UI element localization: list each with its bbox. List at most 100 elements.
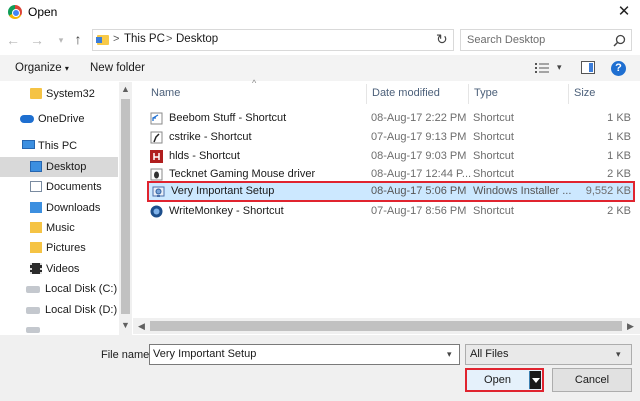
desktop-folder-icon <box>30 161 42 172</box>
sidebar-item-system32[interactable]: System32 <box>0 84 118 104</box>
file-type: Shortcut <box>473 112 514 124</box>
sidebar-item-desktop[interactable]: Desktop <box>0 157 118 177</box>
folder-icon <box>96 35 109 45</box>
file-name-input[interactable]: Very Important Setup ▾ <box>149 344 460 365</box>
search-placeholder: Search Desktop <box>467 34 546 46</box>
breadcrumb-separator: > <box>166 33 173 45</box>
breadcrumb-separator: > <box>113 33 120 45</box>
sidebar-item-music[interactable]: Music <box>0 218 118 238</box>
cstrike-icon <box>150 131 163 144</box>
new-folder-button[interactable]: New folder <box>90 62 145 74</box>
sidebar-item-label: System32 <box>46 88 95 100</box>
file-name: Beebom Stuff - Shortcut <box>169 112 287 124</box>
sidebar-item-label: Music <box>46 222 75 234</box>
file-size: 1 KB <box>607 112 631 124</box>
close-button[interactable]: ✕ <box>612 2 636 22</box>
folder-icon <box>30 88 42 99</box>
breadcrumb-desktop[interactable]: Desktop <box>176 33 218 45</box>
disk-icon <box>26 327 40 333</box>
file-row[interactable]: cstrike - Shortcut 07-Aug-17 9:13 PM Sho… <box>147 128 635 147</box>
scroll-down-arrow-icon[interactable]: ▼ <box>119 320 132 330</box>
file-type: Shortcut <box>473 150 514 162</box>
column-header-date[interactable]: Date modified <box>372 87 440 109</box>
preview-pane-icon[interactable] <box>581 61 595 74</box>
scroll-up-arrow-icon[interactable]: ▲ <box>119 84 132 94</box>
navigation-pane: System32 OneDrive This PC Desktop Docume… <box>0 82 132 335</box>
search-icon[interactable] <box>611 33 627 49</box>
file-row[interactable]: WriteMonkey - Shortcut 07-Aug-17 8:56 PM… <box>147 202 635 221</box>
refresh-icon[interactable]: ↻ <box>436 31 448 48</box>
chevron-down-icon[interactable]: ▾ <box>557 62 562 73</box>
file-date: 07-Aug-17 8:56 PM <box>371 205 467 217</box>
sidebar-item-label: Pictures <box>46 242 86 254</box>
column-header-name[interactable]: Name <box>151 87 180 109</box>
column-divider[interactable] <box>568 84 569 104</box>
sort-ascending-icon: ^ <box>252 78 257 88</box>
forward-arrow-icon[interactable]: → <box>28 31 46 49</box>
scroll-left-arrow-icon[interactable]: ◀ <box>135 321 148 332</box>
file-row-selected[interactable]: Very Important Setup 08-Aug-17 5:06 PM W… <box>147 181 635 202</box>
sidebar-item-downloads[interactable]: Downloads <box>0 198 118 218</box>
view-options-icon[interactable] <box>535 63 549 73</box>
file-date: 08-Aug-17 2:22 PM <box>371 112 467 124</box>
file-name: WriteMonkey - Shortcut <box>169 205 284 217</box>
file-type: Windows Installer ... <box>473 185 572 197</box>
sidebar-item-label: Local Disk (D:) <box>45 304 118 316</box>
window-title: Open <box>28 5 58 19</box>
chevron-down-icon: ▾ <box>616 349 621 359</box>
onedrive-icon <box>20 115 34 123</box>
sidebar-item-documents[interactable]: Documents <box>0 177 118 197</box>
downloads-icon <box>30 202 42 213</box>
videos-icon <box>30 263 42 274</box>
this-pc-icon <box>22 140 35 149</box>
organize-button[interactable]: Organize ▾ <box>15 62 69 74</box>
column-divider[interactable] <box>366 84 367 104</box>
file-name: Very Important Setup <box>171 185 275 197</box>
column-divider[interactable] <box>468 84 469 104</box>
file-row[interactable]: Beebom Stuff - Shortcut 08-Aug-17 2:22 P… <box>147 109 635 128</box>
open-button-group: Open <box>465 368 544 392</box>
file-list-scroll-thumb[interactable] <box>150 321 622 331</box>
scroll-right-arrow-icon[interactable]: ▶ <box>624 321 637 332</box>
sidebar-scroll-thumb[interactable] <box>121 99 130 314</box>
sidebar-item-local-disk-d[interactable]: Local Disk (D:) <box>0 300 118 320</box>
documents-icon <box>30 181 42 192</box>
column-header-type[interactable]: Type <box>474 87 498 109</box>
file-name-label: File name: <box>101 349 153 361</box>
up-arrow-icon[interactable]: ↑ <box>69 30 87 48</box>
file-type-value: All Files <box>470 348 509 360</box>
file-type: Shortcut <box>473 205 514 217</box>
sidebar-item-label: This PC <box>38 140 78 152</box>
organize-label: Organize <box>15 62 62 74</box>
file-date: 08-Aug-17 12:44 P... <box>371 168 472 180</box>
sidebar-item-local-disk-c[interactable]: Local Disk (C:) <box>0 279 118 299</box>
breadcrumb-this-pc[interactable]: This PC <box>124 33 165 45</box>
sidebar-item-label: Videos <box>46 263 80 275</box>
sidebar-item-pictures[interactable]: Pictures <box>0 238 118 258</box>
sidebar-item-videos[interactable]: Videos <box>0 259 118 279</box>
recent-locations-icon[interactable]: ▾ <box>52 31 70 49</box>
file-name: hlds - Shortcut <box>169 150 240 162</box>
command-bar: Organize ▾ New folder ▾ ? <box>0 55 640 81</box>
file-type-select[interactable]: All Files ▾ <box>465 344 632 365</box>
address-bar[interactable]: > This PC > Desktop ▾ <box>92 29 511 51</box>
file-date: 08-Aug-17 9:03 PM <box>371 150 467 162</box>
cancel-button[interactable]: Cancel <box>552 368 632 392</box>
file-size: 2 KB <box>607 205 631 217</box>
file-type: Shortcut <box>473 168 514 180</box>
help-icon[interactable]: ? <box>611 61 626 76</box>
back-arrow-icon[interactable]: ← <box>4 31 22 49</box>
file-size: 1 KB <box>607 150 631 162</box>
open-split-dropdown[interactable] <box>529 371 541 389</box>
sidebar-item-this-pc[interactable]: This PC <box>0 136 118 156</box>
file-date: 07-Aug-17 9:13 PM <box>371 131 467 143</box>
column-header-size[interactable]: Size <box>574 87 595 109</box>
chevron-down-icon[interactable]: ▾ <box>447 349 452 360</box>
search-input[interactable]: Search Desktop <box>460 29 632 51</box>
chrome-icon <box>8 5 22 19</box>
file-row[interactable]: hlds - Shortcut 08-Aug-17 9:03 PM Shortc… <box>147 147 635 166</box>
open-button[interactable]: Open <box>467 370 528 390</box>
mouse-driver-icon <box>150 168 163 181</box>
disk-icon <box>26 307 40 314</box>
sidebar-item-onedrive[interactable]: OneDrive <box>0 109 118 129</box>
